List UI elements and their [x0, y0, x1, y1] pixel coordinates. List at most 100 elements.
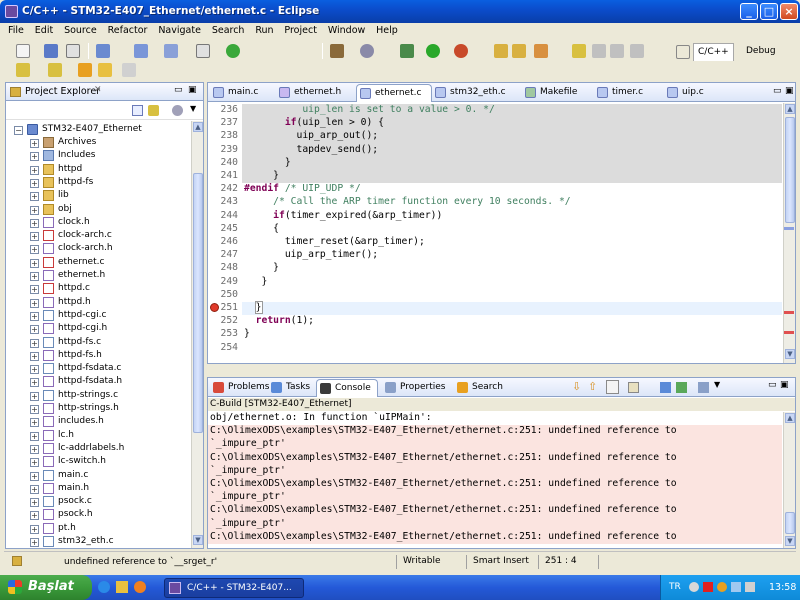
tray-network-icon[interactable] — [731, 582, 741, 592]
explorer-scrollbar[interactable]: ▲ ▼ — [191, 121, 203, 548]
open-element-icon[interactable] — [512, 44, 526, 58]
expand-toggle[interactable]: + — [30, 218, 39, 228]
console-output[interactable]: obj/ethernet.o: In function `uIPMain': C:… — [208, 412, 782, 548]
expand-toggle[interactable]: + — [30, 178, 39, 188]
menu-edit[interactable]: Edit — [31, 23, 57, 36]
tray-antivirus-icon[interactable] — [703, 582, 713, 592]
editor-scrollbar[interactable]: ▲ ▼ — [783, 103, 795, 363]
arrow-down-icon[interactable]: ⇩ — [572, 380, 581, 393]
paragraph-icon[interactable] — [630, 44, 644, 58]
arrow-up-icon[interactable]: ⇧ — [588, 380, 597, 393]
open-console-icon[interactable] — [698, 382, 709, 393]
previous-annotation-icon[interactable] — [48, 63, 62, 77]
build-icon[interactable] — [96, 44, 110, 58]
expand-toggle[interactable]: + — [30, 152, 39, 162]
display-console-icon[interactable] — [676, 382, 687, 393]
menu-source[interactable]: Source — [60, 23, 101, 36]
pin-console-icon[interactable] — [660, 382, 671, 393]
expand-toggle[interactable]: + — [30, 325, 39, 335]
collapse-toggle[interactable]: − — [14, 126, 23, 135]
editor-tab[interactable]: timer.c — [594, 84, 664, 102]
menu-navigate[interactable]: Navigate — [154, 23, 205, 36]
editor-tab[interactable]: Makefile — [522, 84, 594, 102]
open-perspective-icon[interactable] — [676, 45, 690, 59]
perspective-cpp[interactable]: C/C++ — [693, 43, 734, 63]
scroll-thumb[interactable] — [785, 117, 795, 223]
language-indicator[interactable]: TR — [669, 582, 681, 592]
expand-toggle[interactable]: + — [30, 351, 39, 361]
expand-toggle[interactable]: + — [30, 484, 39, 494]
print-icon[interactable] — [66, 44, 80, 58]
expand-toggle[interactable]: + — [30, 258, 39, 268]
minimize-editor-icon[interactable]: ▭ — [773, 86, 782, 96]
expand-toggle[interactable]: + — [30, 418, 39, 428]
overview-ruler-marker[interactable] — [784, 227, 794, 230]
expand-toggle[interactable]: + — [30, 524, 39, 534]
new-project-icon[interactable] — [134, 44, 148, 58]
expand-toggle[interactable]: + — [30, 192, 39, 202]
minimize-view-icon[interactable]: ▭ — [768, 380, 777, 390]
menu-project[interactable]: Project — [280, 23, 321, 36]
open-type-icon[interactable] — [494, 44, 508, 58]
tray-volume-icon[interactable] — [745, 582, 755, 592]
expand-toggle[interactable]: + — [30, 139, 39, 148]
debug-icon[interactable] — [400, 44, 414, 58]
minimize-view-icon[interactable]: ▭ — [174, 85, 183, 95]
expand-toggle[interactable]: + — [30, 498, 39, 508]
expand-toggle[interactable]: + — [30, 538, 39, 547]
collapse-all-icon[interactable] — [132, 105, 143, 116]
expand-toggle[interactable]: + — [30, 272, 39, 281]
scroll-thumb[interactable] — [193, 173, 203, 433]
expand-toggle[interactable]: + — [30, 511, 39, 521]
expand-toggle[interactable]: + — [30, 391, 39, 401]
minimize-button[interactable]: _ — [740, 3, 758, 20]
scroll-down-icon[interactable]: ▼ — [193, 535, 203, 545]
expand-toggle[interactable]: + — [30, 405, 39, 414]
editor-tab[interactable]: ethernet.h — [276, 84, 356, 102]
tray-help-icon[interactable] — [689, 582, 699, 592]
scroll-up-icon[interactable]: ▲ — [785, 413, 795, 423]
toggle-mark-icon[interactable] — [592, 44, 606, 58]
search-icon[interactable] — [534, 44, 548, 58]
menu-refactor[interactable]: Refactor — [104, 23, 152, 36]
editor-tab[interactable]: stm32_eth.c — [432, 84, 522, 102]
hammer-build-icon[interactable] — [330, 44, 344, 58]
bottom-tab[interactable]: Problems — [210, 379, 269, 397]
scroll-lock-icon[interactable] — [606, 380, 619, 394]
maximize-editor-icon[interactable]: ▣ — [785, 86, 794, 96]
console-scrollbar[interactable]: ▲ ▼ — [783, 412, 795, 548]
expand-toggle[interactable]: + — [30, 232, 39, 242]
expand-toggle[interactable]: + — [30, 205, 39, 215]
close-button[interactable]: × — [780, 3, 798, 20]
view-menu-icon[interactable] — [172, 105, 183, 116]
scroll-up-icon[interactable]: ▲ — [785, 104, 795, 114]
taskbar-item-eclipse[interactable]: C/C++ - STM32-E407... — [164, 578, 304, 598]
expand-toggle[interactable]: + — [30, 298, 39, 308]
save-icon[interactable] — [44, 44, 58, 58]
run-icon[interactable] — [426, 44, 440, 58]
bottom-tab[interactable]: Console — [316, 379, 378, 397]
quicklaunch-firefox-icon[interactable] — [134, 581, 146, 593]
scroll-down-icon[interactable]: ▼ — [785, 536, 795, 546]
external-tools-icon[interactable] — [454, 44, 468, 58]
close-view-icon[interactable]: ✕ — [94, 85, 102, 95]
quicklaunch-explorer-icon[interactable] — [116, 581, 128, 593]
chevron-down-icon[interactable]: ▼ — [714, 380, 720, 389]
expand-toggle[interactable]: + — [30, 458, 39, 468]
expand-toggle[interactable]: + — [30, 338, 39, 348]
maximize-button[interactable]: □ — [760, 3, 778, 20]
clear-console-icon[interactable] — [628, 382, 639, 393]
new-icon[interactable] — [16, 44, 30, 58]
show-whitespace-icon[interactable] — [610, 44, 624, 58]
expand-toggle[interactable]: + — [30, 471, 39, 481]
code-editor[interactable]: 236 uip_len is set to a value > 0. */ 237… — [208, 103, 782, 363]
next-annotation-icon[interactable] — [16, 63, 30, 77]
chevron-down-icon[interactable]: ▼ — [190, 104, 196, 113]
expand-toggle[interactable]: + — [30, 378, 39, 388]
expand-toggle[interactable]: + — [30, 165, 39, 175]
new-file-icon[interactable] — [196, 44, 210, 58]
expand-toggle[interactable]: + — [30, 365, 39, 375]
tray-alert-icon[interactable] — [717, 582, 727, 592]
expand-toggle[interactable]: + — [30, 431, 39, 441]
bottom-tab[interactable]: Tasks — [268, 379, 312, 397]
